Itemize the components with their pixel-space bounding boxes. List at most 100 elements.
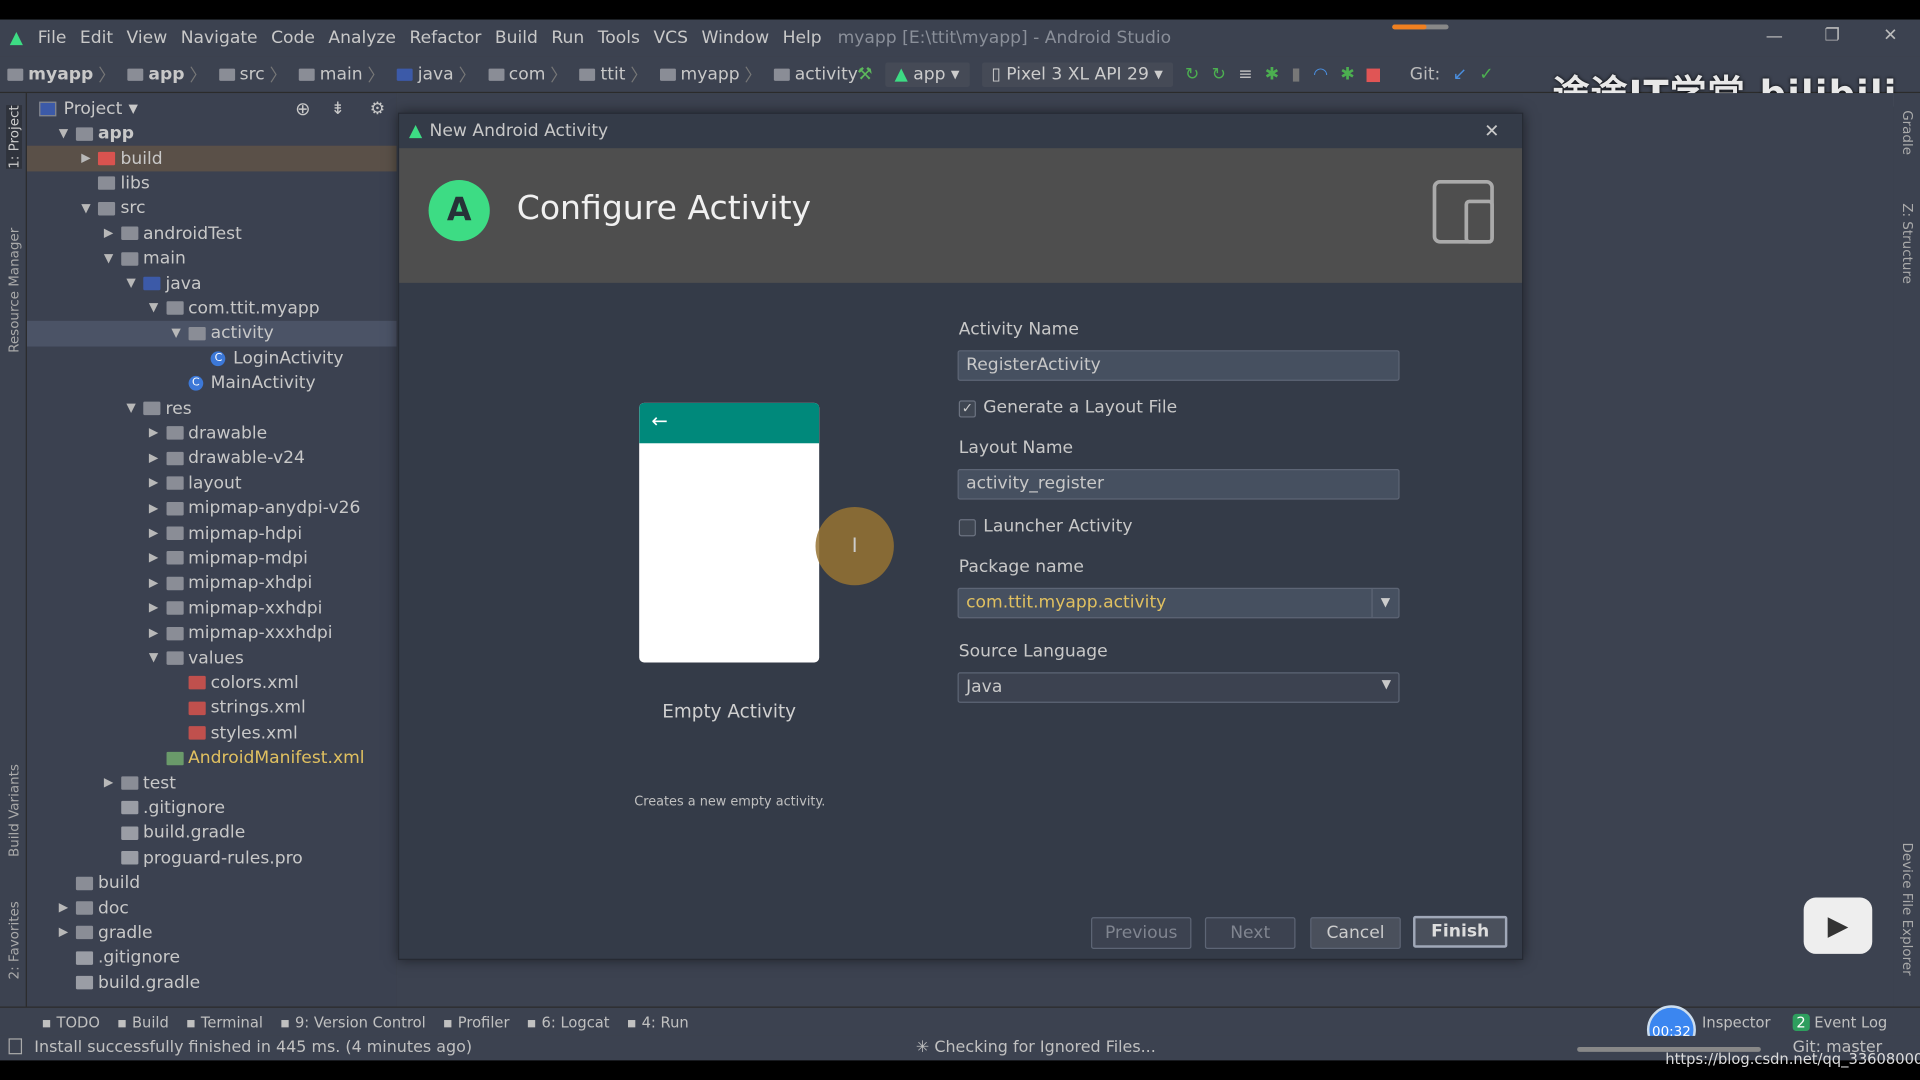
tree-item[interactable]: ▶ drawable xyxy=(27,421,397,446)
favorites-tab[interactable]: 2: Favorites xyxy=(6,901,22,979)
expanded-arrow-icon[interactable]: ▼ xyxy=(149,652,158,665)
expanded-arrow-icon[interactable]: ▼ xyxy=(81,202,90,215)
breadcrumb-item[interactable]: src 〉 xyxy=(211,62,287,86)
tree-item[interactable]: .gitignore xyxy=(27,796,397,821)
generate-layout-checkbox[interactable]: ✓ xyxy=(958,400,976,418)
status-toggle-icon[interactable] xyxy=(8,1038,23,1055)
apply-code-changes-icon[interactable]: ↻ xyxy=(1212,65,1226,85)
menu-code[interactable]: Code xyxy=(271,28,315,48)
tree-item[interactable]: ▶ mipmap-hdpi xyxy=(27,521,397,546)
sync-icon[interactable]: ≡ xyxy=(1238,65,1252,85)
breadcrumb-item[interactable]: myapp 〉 xyxy=(652,62,762,86)
tool-tab[interactable]: ▪ TODO xyxy=(42,1013,100,1030)
menu-help[interactable]: Help xyxy=(783,28,822,48)
layout-name-input[interactable]: activity_register xyxy=(957,468,1400,500)
breadcrumb-item[interactable]: main 〉 xyxy=(292,62,385,86)
collapsed-arrow-icon[interactable]: ▶ xyxy=(81,152,90,165)
breadcrumb-item[interactable]: ttit 〉 xyxy=(572,62,647,86)
collapse-all-icon[interactable]: ⇟ xyxy=(331,99,345,119)
collapsed-arrow-icon[interactable]: ▶ xyxy=(59,901,68,914)
apply-changes-icon[interactable]: ↻ xyxy=(1185,65,1199,85)
collapsed-arrow-icon[interactable]: ▶ xyxy=(104,227,113,240)
tree-item[interactable]: libs xyxy=(27,171,397,196)
menu-build[interactable]: Build xyxy=(495,28,538,48)
expanded-arrow-icon[interactable]: ▼ xyxy=(149,302,158,315)
collapsed-arrow-icon[interactable]: ▶ xyxy=(149,552,158,565)
tree-item[interactable]: ▶ doc xyxy=(27,896,397,921)
breadcrumb-item[interactable]: com 〉 xyxy=(481,62,567,86)
tree-item[interactable]: ▶ test xyxy=(27,771,397,796)
tree-item[interactable]: ▼ values xyxy=(27,646,397,671)
collapsed-arrow-icon[interactable]: ▶ xyxy=(104,776,113,789)
previous-button[interactable]: Previous xyxy=(1091,917,1192,949)
tree-item[interactable]: ▼ activity xyxy=(26,321,397,347)
project-tool-tab[interactable]: 1: Project xyxy=(6,105,23,169)
minimize-button[interactable]: — xyxy=(1766,27,1783,47)
git-update-icon[interactable]: ↙ xyxy=(1453,65,1467,85)
menu-vcs[interactable]: VCS xyxy=(653,28,688,48)
tool-tab[interactable]: ▪ 4: Run xyxy=(627,1013,689,1030)
menu-navigate[interactable]: Navigate xyxy=(181,28,258,48)
menu-refactor[interactable]: Refactor xyxy=(409,28,481,48)
collapsed-arrow-icon[interactable]: ▶ xyxy=(149,502,158,515)
tool-tab[interactable]: ▪ Build xyxy=(117,1013,169,1030)
stop-icon[interactable] xyxy=(1366,67,1381,82)
tree-item[interactable]: ▼ com.ttit.myapp xyxy=(27,296,397,321)
menu-window[interactable]: Window xyxy=(701,28,769,48)
tool-tab[interactable]: ▪ Terminal xyxy=(186,1013,263,1030)
tree-item[interactable]: proguard-rules.pro xyxy=(27,846,397,871)
breadcrumb-item[interactable]: activity xyxy=(767,62,858,86)
finish-button[interactable]: Finish xyxy=(1413,915,1508,948)
tree-item[interactable]: ▶ mipmap-mdpi xyxy=(27,546,397,571)
collapsed-arrow-icon[interactable]: ▶ xyxy=(149,477,158,490)
menu-file[interactable]: File xyxy=(38,28,67,48)
attach-icon[interactable]: ▮ xyxy=(1291,65,1300,85)
tree-item[interactable]: ▶ mipmap-xxhdpi xyxy=(27,596,397,621)
tree-item[interactable]: strings.xml xyxy=(27,696,397,721)
debug-icon[interactable]: ✱ xyxy=(1265,65,1279,85)
tree-item[interactable]: build xyxy=(27,871,397,896)
tree-item[interactable]: styles.xml xyxy=(27,721,397,746)
launcher-activity-checkbox[interactable] xyxy=(958,519,976,537)
tree-item[interactable]: ▼ java xyxy=(27,271,397,296)
tree-item[interactable]: ▼ res xyxy=(27,396,397,421)
status-message[interactable]: Install successfully finished in 445 ms.… xyxy=(34,1038,472,1056)
tree-item[interactable]: ▼ app xyxy=(27,121,397,146)
tree-item[interactable]: ▶ gradle xyxy=(27,921,397,946)
breadcrumb-item[interactable]: app 〉 xyxy=(120,62,207,86)
expanded-arrow-icon[interactable]: ▼ xyxy=(126,402,135,415)
menu-analyze[interactable]: Analyze xyxy=(328,28,396,48)
menu-edit[interactable]: Edit xyxy=(80,28,113,48)
tree-item[interactable]: ▼ src xyxy=(27,196,397,221)
source-language-select[interactable]: Java ▼ xyxy=(957,672,1400,703)
tree-item[interactable]: build.gradle xyxy=(27,971,397,996)
activity-name-input[interactable]: RegisterActivity xyxy=(957,350,1400,381)
profile-icon[interactable]: ◠ xyxy=(1313,65,1328,85)
collapsed-arrow-icon[interactable]: ▶ xyxy=(149,627,158,640)
device-file-explorer-tab[interactable]: Device File Explorer xyxy=(1899,842,1915,975)
breadcrumb-item[interactable]: java 〉 xyxy=(390,62,476,86)
package-name-input[interactable]: com.ttit.myapp.activity ▼ xyxy=(957,587,1400,619)
tree-item[interactable]: ▶ layout xyxy=(27,471,397,496)
tree-item[interactable]: ▶ mipmap-anydpi-v26 xyxy=(27,496,397,521)
collapsed-arrow-icon[interactable]: ▶ xyxy=(149,427,158,440)
tool-tab[interactable]: ▪ 6: Logcat xyxy=(527,1013,610,1030)
make-project-icon[interactable]: ⚒ xyxy=(857,65,872,85)
inspector-tab[interactable]: Inspector xyxy=(1702,1014,1771,1031)
git-commit-icon[interactable]: ✓ xyxy=(1479,65,1493,85)
collapsed-arrow-icon[interactable]: ▶ xyxy=(149,452,158,465)
tool-tab[interactable]: ▪ Profiler xyxy=(443,1013,510,1030)
restore-button[interactable]: ❐ xyxy=(1824,26,1839,46)
menu-run[interactable]: Run xyxy=(551,28,584,48)
tool-tab[interactable]: ▪ 9: Version Control xyxy=(280,1013,426,1030)
tree-item[interactable]: ▶ build xyxy=(26,146,397,172)
menu-view[interactable]: View xyxy=(127,28,168,48)
resource-manager-tab[interactable]: Resource Manager xyxy=(6,228,22,353)
tree-item[interactable]: ▶ mipmap-xxxhdpi xyxy=(27,621,397,646)
expanded-arrow-icon[interactable]: ▼ xyxy=(104,252,113,265)
dialog-close-button[interactable]: ✕ xyxy=(1484,120,1499,142)
package-dropdown-button[interactable]: ▼ xyxy=(1371,588,1398,618)
close-window-button[interactable]: ✕ xyxy=(1883,26,1897,46)
tree-item[interactable]: C MainActivity xyxy=(27,371,397,396)
tree-item[interactable]: build.gradle xyxy=(27,821,397,846)
